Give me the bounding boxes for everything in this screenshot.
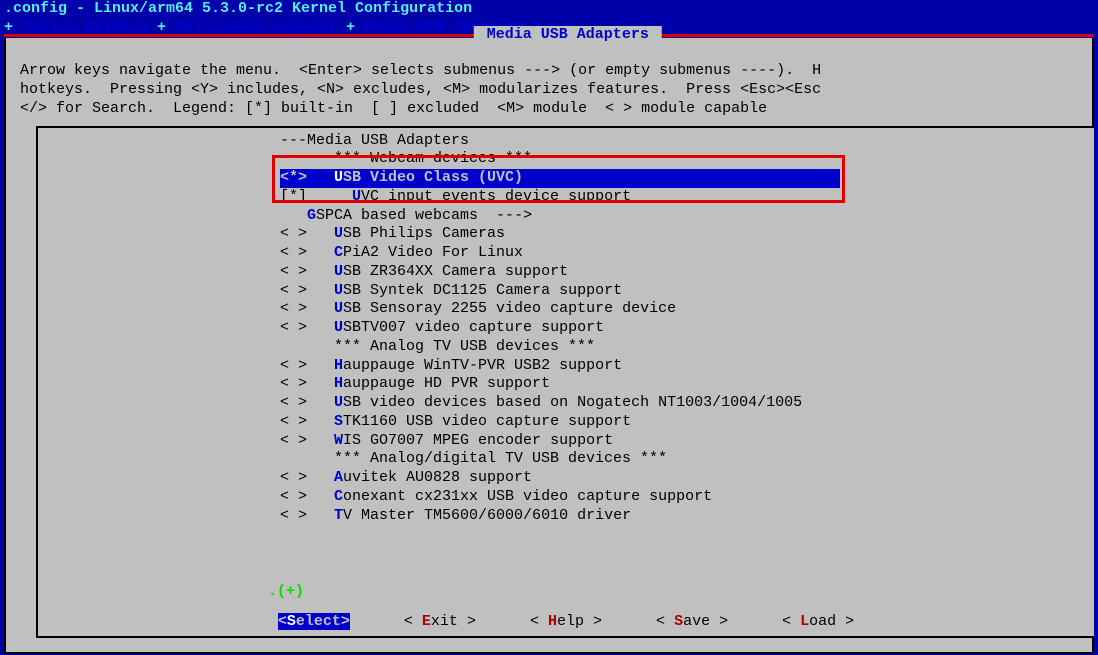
menu-item[interactable]: < > USB video devices based on Nogatech …	[38, 394, 1094, 413]
menu-box: ---Media USB Adapters *** Webcam devices…	[36, 126, 1094, 638]
menu-item[interactable]: GSPCA based webcams --->	[38, 207, 1094, 226]
menu-item[interactable]: < > Auvitek AU0828 support	[38, 469, 1094, 488]
exit-button[interactable]: < Exit >	[404, 613, 476, 630]
main-panel: Media USB Adapters Arrow keys navigate t…	[4, 38, 1094, 654]
menu-item[interactable]: *** Analog TV USB devices ***	[38, 338, 1094, 357]
window-title: .config - Linux/arm64 5.3.0-rc2 Kernel C…	[0, 0, 1098, 19]
menu-item[interactable]: < > USBTV007 video capture support	[38, 319, 1094, 338]
button-bar: <Select> < Exit > < Help > < Save > < Lo…	[38, 613, 1094, 632]
more-indicator: .(+)	[268, 583, 304, 602]
menu-item[interactable]: < > USB Sensoray 2255 video capture devi…	[38, 300, 1094, 319]
menu-item[interactable]: *** Analog/digital TV USB devices ***	[38, 450, 1094, 469]
menu-item[interactable]: ---Media USB Adapters	[38, 132, 1094, 151]
menu-item[interactable]: < > TV Master TM5600/6000/6010 driver	[38, 507, 1094, 526]
menu-item[interactable]: < > USB Philips Cameras	[38, 225, 1094, 244]
panel-title: Media USB Adapters	[474, 26, 662, 45]
help-button[interactable]: < Help >	[530, 613, 602, 630]
menu-item[interactable]: < > Conexant cx231xx USB video capture s…	[38, 488, 1094, 507]
menu-item[interactable]: < > WIS GO7007 MPEG encoder support	[38, 432, 1094, 451]
menu-item[interactable]: < > Hauppauge HD PVR support	[38, 375, 1094, 394]
menu-item[interactable]: < > STK1160 USB video capture support	[38, 413, 1094, 432]
menu-item[interactable]: < > CPiA2 Video For Linux	[38, 244, 1094, 263]
menu-item[interactable]: < > USB ZR364XX Camera support	[38, 263, 1094, 282]
menu-item[interactable]: [*] UVC input events device support	[38, 188, 1094, 207]
help-text: Arrow keys navigate the menu. <Enter> se…	[6, 38, 1092, 119]
menu-item[interactable]: <*> USB Video Class (UVC)	[280, 169, 840, 188]
load-button[interactable]: < Load >	[782, 613, 854, 630]
menu-list[interactable]: ---Media USB Adapters *** Webcam devices…	[38, 128, 1094, 526]
save-button[interactable]: < Save >	[656, 613, 728, 630]
select-button[interactable]: <Select>	[278, 613, 350, 630]
menu-item[interactable]: < > USB Syntek DC1125 Camera support	[38, 282, 1094, 301]
menu-item[interactable]: < > Hauppauge WinTV-PVR USB2 support	[38, 357, 1094, 376]
menu-item[interactable]: *** Webcam devices ***	[38, 150, 1094, 169]
